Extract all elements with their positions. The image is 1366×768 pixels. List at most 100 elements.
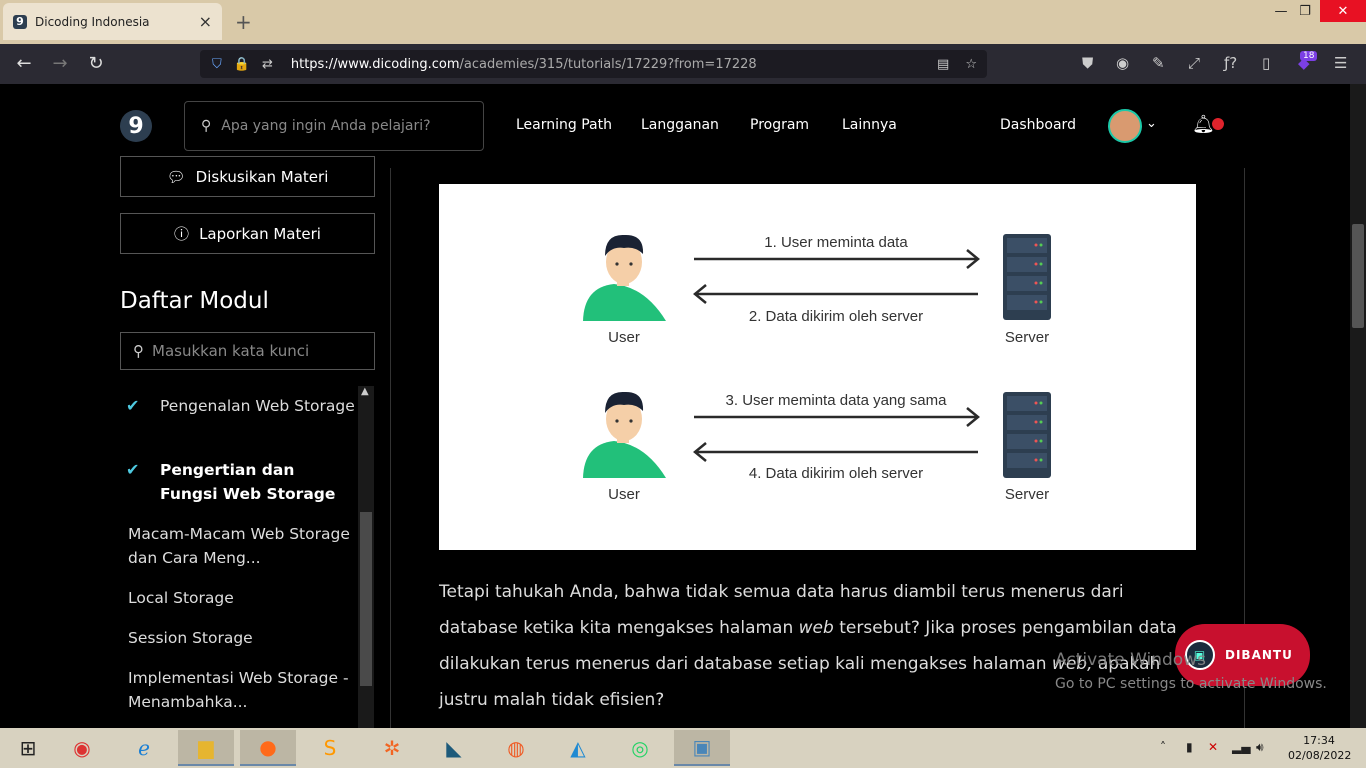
firefox-icon[interactable]: ● [240,730,296,766]
server-rack-icon [1003,392,1051,478]
chat-bubble-icon: 💬︎ [166,167,186,186]
illustration-svg: User User Server Server 1. User meminta … [583,234,1051,503]
page-scrollbar[interactable] [1350,84,1366,728]
module-item[interactable]: ✔ Pengenalan Web Storage [120,394,356,418]
file-explorer-icon[interactable]: ▆ [178,730,234,766]
tray-expand-icon[interactable]: ˄ [1160,740,1166,754]
step-4-label: 4. Data dikirim oleh server [749,465,923,482]
permissions-icon[interactable]: ⇄ [262,57,273,72]
extension-copy-icon[interactable]: ▯ [1262,54,1270,72]
extension-font-icon[interactable]: ƒ? [1224,54,1237,72]
server-rack-icon [1003,234,1051,320]
module-item[interactable]: Session Storage [128,626,364,650]
bookmark-star-icon[interactable]: ☆ [965,57,977,72]
windows-start-icon[interactable]: ⊞ [0,730,56,766]
battery-icon[interactable]: ▮ [1186,740,1193,754]
page-scroll-thumb[interactable] [1352,224,1364,328]
activate-windows-title: Activate Windows [1055,650,1206,670]
module-search-input[interactable]: ⚲ Masukkan kata kunci [120,332,375,370]
browser-tab-bar: 9 Dicoding Indonesia × + — ❐ ✕ [0,0,1366,44]
module-list-title: Daftar Modul [120,288,269,314]
user-label-2: User [608,486,640,503]
module-scroll-thumb[interactable] [360,512,372,686]
notification-dot [1212,118,1224,130]
reader-view-icon[interactable]: ▤ [937,57,949,72]
url-text[interactable]: https://www.dicoding.com/academies/315/t… [291,57,757,72]
arrow-right-icon [694,249,980,269]
server-label-2: Server [1005,486,1049,503]
search-placeholder: Apa yang ingin Anda pelajari? [221,118,431,134]
check-icon: ✔ [126,396,140,415]
postman-icon[interactable]: ◍ [488,730,544,766]
browser-tab[interactable]: 9 Dicoding Indonesia × [3,3,222,40]
search-icon: ⚲ [201,118,212,134]
ie-icon[interactable]: ℯ [116,730,172,766]
user-label-1: User [608,329,640,346]
whatsapp-icon[interactable]: ◎ [612,730,668,766]
module-item-active[interactable]: ✔ Pengertian dan Fungsi Web Storage [120,458,356,506]
site-search-input[interactable]: ⚲ Apa yang ingin Anda pelajari? [184,101,484,151]
xampp-icon[interactable]: ✲ [364,730,420,766]
module-item[interactable]: Implementasi Web Storage - Menambahka... [128,666,358,714]
step-1-label: 1. User meminta data [764,234,908,251]
taskbar-clock[interactable]: 17:34 02/08/2022 [1288,733,1351,763]
menu-icon[interactable]: ☰ [1334,54,1347,72]
vscode-icon[interactable]: ◭ [550,730,606,766]
forward-icon[interactable]: → [48,53,72,74]
scroll-up-icon[interactable]: ▲ [361,386,369,397]
extension-badge-count: 18 [1300,51,1318,61]
volume-icon[interactable]: 🔊︎ [1256,740,1264,755]
close-tab-icon[interactable]: × [199,12,212,31]
module-item[interactable]: Macam-Macam Web Storage dan Cara Meng... [128,522,358,570]
client-server-illustration: User User Server Server 1. User meminta … [439,184,1196,550]
module-list: ✔ Pengenalan Web Storage ✔ Pengertian da… [120,386,375,728]
user-figure-icon [583,234,666,321]
user-avatar[interactable] [1108,109,1142,143]
report-button[interactable]: ⓘ Laporkan Materi [120,213,375,254]
lock-icon[interactable]: 🔒 [234,57,250,72]
discuss-button[interactable]: 💬︎ Diskusikan Materi [120,156,375,197]
nav-lainnya[interactable]: Lainnya [842,117,897,133]
step-2-label: 2. Data dikirim oleh server [749,308,923,325]
nav-langganan[interactable]: Langganan [641,117,719,133]
browser-nav-bar: ← → ↻ ⛉ 🔒 ⇄ https://www.dicoding.com/aca… [0,44,1366,84]
address-bar[interactable]: ⛉ 🔒 ⇄ https://www.dicoding.com/academies… [200,50,987,78]
nav-program[interactable]: Program [750,117,809,133]
window-close-icon[interactable]: ✕ [1320,0,1366,22]
reload-icon[interactable]: ↻ [84,53,108,74]
signal-icon[interactable]: ▂▄ [1232,740,1250,754]
arrow-right-icon [694,407,980,427]
new-tab-icon[interactable]: + [235,10,252,34]
module-list-scrollbar[interactable]: ▲ [358,386,374,728]
nav-learning-path[interactable]: Learning Path [516,117,612,133]
server-label-1: Server [1005,329,1049,346]
dicoding-logo[interactable]: 9 [120,110,152,142]
arrow-left-icon [693,284,978,304]
chrome-icon[interactable]: ◉ [54,730,110,766]
tab-title: Dicoding Indonesia [35,14,150,29]
back-icon[interactable]: ← [12,53,36,74]
windows-taskbar: ⊞ ◉ ℯ ▆ ● S ✲ ◣ ◍ ◭ ◎ ▣ ˄ ▮ ✕ ▂▄ 🔊︎ 17:3… [0,728,1366,768]
extension-spy-icon[interactable]: ◉ [1116,54,1129,72]
page-content: 9 ⚲ Apa yang ingin Anda pelajari? Learni… [0,84,1350,728]
mysql-icon[interactable]: ◣ [426,730,482,766]
activate-windows-subtitle: Go to PC settings to activate Windows. [1055,676,1327,692]
arrow-left-icon [693,442,978,462]
sublime-icon[interactable]: S [302,730,358,766]
extension-pen-icon[interactable]: ✎ [1152,54,1165,72]
network-error-icon[interactable]: ✕ [1208,740,1218,754]
pocket-icon[interactable]: ⛊ [1082,54,1093,72]
dicoding-favicon-icon: 9 [13,14,27,29]
nav-dashboard[interactable]: Dashboard [1000,117,1076,133]
check-icon: ✔ [126,460,140,479]
content-paragraph: Tetapi tahukah Anda, bahwa tidak semua d… [439,582,1177,710]
extension-resize-icon[interactable]: ⤢ [1188,54,1200,72]
shield-icon[interactable]: ⛉ [212,57,222,72]
search-icon: ⚲ [133,342,144,360]
module-item[interactable]: Local Storage [128,586,364,610]
chevron-down-icon[interactable]: ⌄ [1146,116,1157,131]
restore-icon[interactable]: ❐ [1288,0,1322,22]
info-icon: ⓘ [174,225,190,243]
content-divider-left [390,168,391,728]
photos-icon[interactable]: ▣ [674,730,730,766]
